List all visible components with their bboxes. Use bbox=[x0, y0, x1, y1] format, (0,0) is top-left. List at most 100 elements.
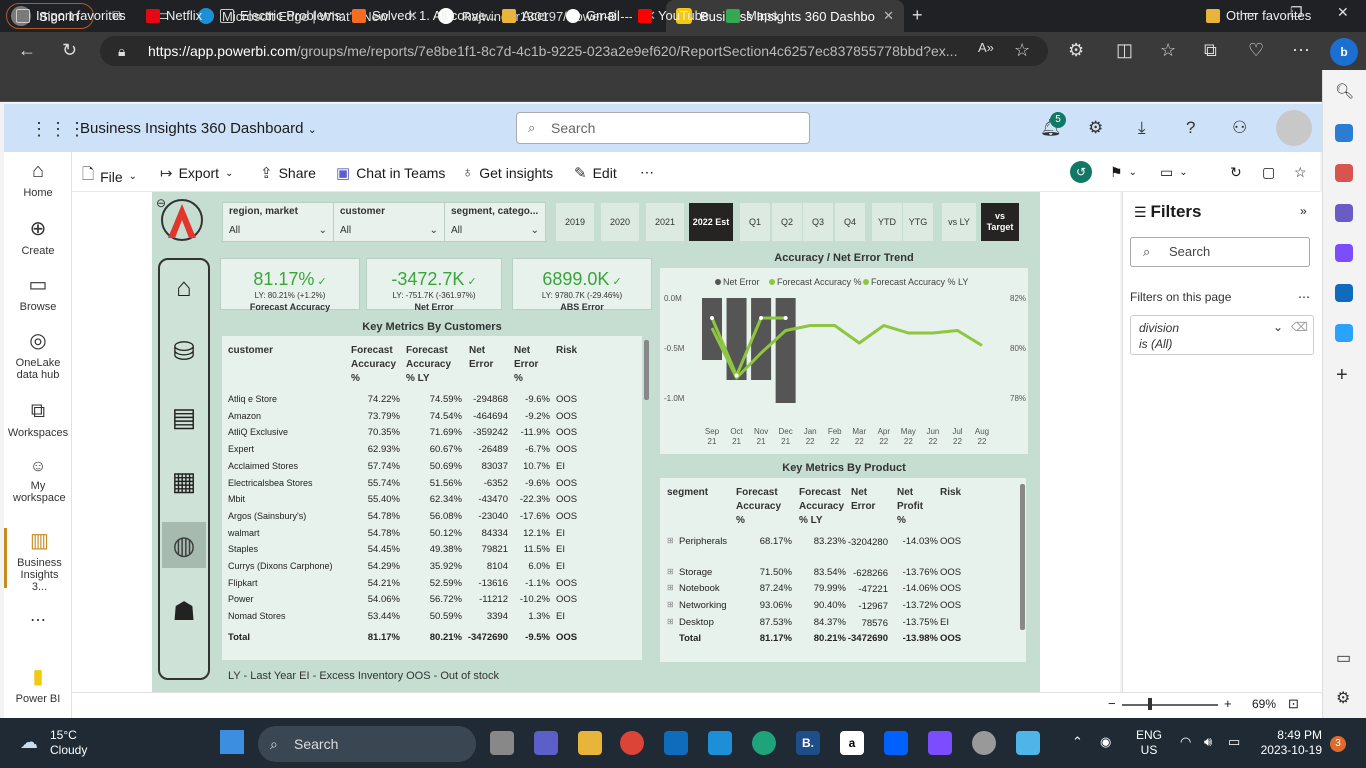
show-hidden-icons[interactable]: ⌃ bbox=[1072, 734, 1083, 750]
wifi-icon[interactable]: ◠ bbox=[1180, 734, 1191, 750]
nav-my-workspace[interactable]: ☺ My workspace bbox=[4, 458, 72, 504]
amazon-icon[interactable]: a bbox=[840, 731, 864, 755]
year-button[interactable]: vs LY bbox=[942, 203, 976, 241]
language-indicator[interactable]: ENG US bbox=[1136, 728, 1162, 758]
back-arrow-icon[interactable]: ⊖ bbox=[156, 196, 166, 210]
table-header[interactable]: Net Profit % bbox=[897, 486, 933, 528]
expand-icon[interactable]: ⊞ bbox=[667, 617, 674, 626]
settings-icon[interactable]: ⚙ bbox=[1088, 118, 1103, 138]
expand-icon[interactable]: ⊞ bbox=[667, 536, 674, 545]
reset-icon[interactable]: ↺ bbox=[1070, 161, 1092, 183]
more-icon[interactable]: ⋯ bbox=[1292, 40, 1310, 61]
m365-icon[interactable] bbox=[1335, 244, 1353, 262]
volume-icon[interactable]: 🔊︎ bbox=[1204, 734, 1212, 750]
report-title[interactable]: Business Insights 360 Dashboard ⌄ bbox=[80, 120, 317, 137]
network-alert-icon[interactable]: ◉ bbox=[1100, 734, 1111, 750]
favorites-icon[interactable]: ☆ bbox=[1160, 40, 1176, 61]
year-button[interactable]: Q3 bbox=[803, 203, 833, 241]
year-button[interactable]: Q4 bbox=[835, 203, 865, 241]
year-button[interactable]: 2021 bbox=[646, 203, 684, 241]
chrome-icon[interactable] bbox=[620, 731, 644, 755]
close-icon[interactable]: ✕ bbox=[883, 8, 894, 24]
executive-view-icon[interactable]: ☗ bbox=[162, 588, 206, 634]
table-header[interactable]: Risk bbox=[556, 344, 586, 358]
year-button[interactable]: Q1 bbox=[740, 203, 770, 241]
scrollbar[interactable] bbox=[644, 340, 649, 400]
fit-to-page-icon[interactable]: ⊡ bbox=[1288, 696, 1299, 712]
fav-gmail[interactable]: Gmail bbox=[566, 8, 620, 23]
table-header[interactable]: Forecast Accuracy % bbox=[736, 486, 792, 528]
chat-in-teams-button[interactable]: ▣ Chat in Teams bbox=[336, 164, 445, 182]
favorite-star-icon[interactable]: ☆ bbox=[1014, 40, 1030, 61]
file-menu[interactable]: 🗋 File ⌄ bbox=[82, 164, 137, 189]
fav-import[interactable]: Import favorites bbox=[16, 8, 126, 23]
edge-taskbar-icon[interactable] bbox=[752, 731, 776, 755]
home-page-icon[interactable]: ⌂ bbox=[162, 264, 206, 310]
mail-icon[interactable] bbox=[708, 731, 732, 755]
games-icon[interactable] bbox=[1335, 204, 1353, 222]
table-header[interactable]: Net Error bbox=[851, 486, 891, 514]
window-close-icon[interactable]: ✕ bbox=[1337, 4, 1349, 21]
year-button[interactable]: YTG bbox=[903, 203, 933, 241]
expand-icon[interactable]: ⊞ bbox=[667, 600, 674, 609]
slicer-segment[interactable]: segment, catego... All ⌄ bbox=[444, 202, 546, 242]
download-icon[interactable]: ⤓ bbox=[1138, 118, 1146, 138]
settings-taskbar-icon[interactable] bbox=[972, 731, 996, 755]
favorite-icon[interactable]: ☆ bbox=[1294, 164, 1307, 181]
fav-acer[interactable]: Acer bbox=[502, 8, 549, 23]
dropbox-icon[interactable] bbox=[884, 731, 908, 755]
collections-icon[interactable]: ⧉ bbox=[1204, 40, 1217, 61]
nav-onelake[interactable]: ◎ OneLake data hub bbox=[4, 328, 72, 381]
clock[interactable]: 8:49 PM 2023-10-19 bbox=[1256, 728, 1322, 758]
nav-powerbi[interactable]: ▮ Power BI bbox=[4, 664, 72, 705]
teams-icon[interactable] bbox=[534, 731, 558, 755]
browser-essentials-icon[interactable]: ♡ bbox=[1248, 40, 1264, 61]
chevron-down-icon[interactable]: ⌄ bbox=[1273, 319, 1283, 335]
filter-card-division[interactable]: division is (All) ⌄ ⌫ bbox=[1130, 315, 1314, 355]
search-input[interactable]: ⌕ Search bbox=[516, 112, 810, 144]
fav-other[interactable]: Other favorites bbox=[1206, 8, 1311, 23]
collapse-filters-icon[interactable]: » bbox=[1300, 204, 1307, 218]
b-app-icon[interactable]: B. bbox=[796, 731, 820, 755]
zoom-in-icon[interactable]: + bbox=[1224, 696, 1232, 711]
table-header[interactable]: Forecast Accuracy % LY bbox=[799, 486, 849, 528]
fav-youtube[interactable]: YouTube bbox=[638, 8, 709, 23]
fav-solved[interactable]: Solved: 1. All conve... bbox=[352, 8, 496, 23]
nav-home[interactable]: ⌂ Home bbox=[4, 160, 72, 199]
fav-maps[interactable]: Maps bbox=[726, 8, 778, 23]
split-screen-icon[interactable]: ◫ bbox=[1116, 40, 1133, 61]
more-options-icon[interactable]: ⋯ bbox=[1298, 290, 1310, 304]
refresh-visuals-icon[interactable]: ↻ bbox=[1230, 164, 1242, 181]
back-icon[interactable]: ← bbox=[18, 40, 36, 61]
taskbar-search[interactable]: ⌕ Search bbox=[258, 726, 476, 762]
notification-badge[interactable]: 3 bbox=[1330, 736, 1346, 752]
new-tab-icon[interactable]: + bbox=[912, 5, 923, 26]
app-launcher-icon[interactable]: ⋮⋮⋮ bbox=[30, 119, 87, 140]
more-options-icon[interactable]: ⋯ bbox=[640, 164, 654, 181]
finance-view-icon[interactable]: ⛁ bbox=[162, 328, 206, 374]
sidebar-app-icon[interactable] bbox=[1335, 124, 1353, 142]
task-view-icon[interactable] bbox=[490, 731, 514, 755]
read-aloud-icon[interactable]: A» bbox=[978, 40, 994, 55]
slicer-customer[interactable]: customer All ⌄ bbox=[333, 202, 445, 242]
year-button[interactable]: 2019 bbox=[556, 203, 594, 241]
expand-icon[interactable]: ⊞ bbox=[667, 583, 674, 592]
windows-start-icon[interactable] bbox=[220, 730, 244, 754]
marketing-view-icon[interactable]: ▦ bbox=[162, 458, 206, 504]
copilot-icon[interactable]: b bbox=[1330, 38, 1358, 66]
clear-filter-icon[interactable]: ⌫ bbox=[1291, 319, 1308, 335]
add-icon[interactable]: + bbox=[1336, 364, 1348, 387]
battery-icon[interactable]: ▭ bbox=[1228, 734, 1240, 750]
notepad-icon[interactable] bbox=[1016, 731, 1040, 755]
table-header[interactable]: Forecast Accuracy % bbox=[351, 344, 399, 386]
table-header[interactable]: customer bbox=[228, 344, 338, 358]
refresh-icon[interactable]: ↻ bbox=[62, 40, 77, 61]
year-button[interactable]: YTD bbox=[872, 203, 902, 241]
fav-electric[interactable]: Electric Problems: bbox=[220, 8, 345, 23]
outlook-icon[interactable] bbox=[1335, 284, 1353, 302]
file-explorer-icon[interactable] bbox=[578, 731, 602, 755]
nav-create[interactable]: ⊕ Create bbox=[4, 216, 72, 257]
supply-chain-view-icon[interactable]: ◍ bbox=[162, 522, 206, 568]
nav-browse[interactable]: ▭ Browse bbox=[4, 272, 72, 313]
export-menu[interactable]: ↦ Export ⌄ bbox=[160, 164, 233, 182]
